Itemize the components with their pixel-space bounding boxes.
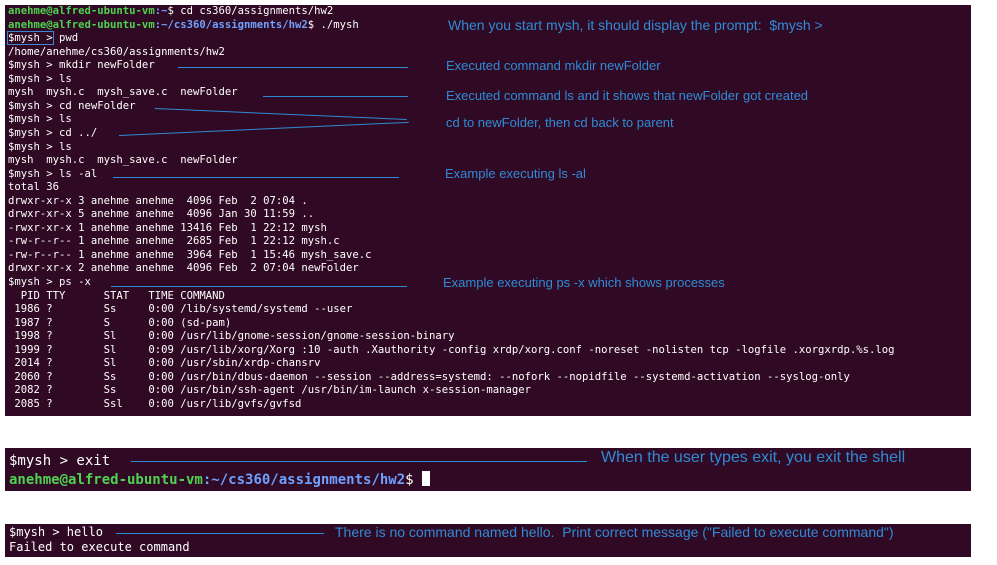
annotation-line — [111, 286, 407, 287]
prompt-dollar: $ — [405, 472, 423, 488]
ps-annotation: Example executing ps -x which shows proc… — [443, 275, 725, 290]
command-text: $ ./mysh — [307, 18, 359, 31]
ls-annotation: Executed command ls and it shows that ne… — [446, 88, 809, 103]
mysh-prompt-highlight: $mysh > — [7, 31, 54, 46]
annotation-line — [118, 121, 409, 136]
lsal-annotation: Example executing ls -al — [445, 166, 586, 181]
terminal-line: $mysh > exit — [9, 453, 111, 469]
annotation-line — [131, 461, 587, 462]
terminal-line: -rw-r--r-- 1 anehme anehme 2685 Feb 1 22… — [8, 235, 340, 248]
mkdir-annotation: Executed command mkdir newFolder — [446, 58, 661, 73]
terminal-line: anehme@alfred-ubuntu-vm:~$ cd cs360/assi… — [8, 5, 333, 19]
terminal-window-main[interactable]: anehme@alfred-ubuntu-vm:~$ cd cs360/assi… — [5, 5, 971, 416]
terminal-line: 2060 ? Ss 0:00 /usr/bin/dbus-daemon --se… — [8, 370, 850, 383]
prompt-path: :~/cs360/assignments/hw2 — [154, 18, 308, 31]
annotation-line — [154, 108, 407, 120]
terminal-line: 2014 ? Sl 0:00 /usr/sbin/xrdp-chansrv — [8, 357, 321, 370]
text-cursor — [422, 471, 431, 486]
terminal-line: mysh mysh.c mysh_save.c newFolder — [8, 86, 238, 99]
hello-annotation: There is no command named hello. Print c… — [335, 524, 894, 540]
terminal-line: -rwxr-xr-x 1 anehme anehme 13416 Feb 1 2… — [8, 221, 327, 234]
terminal-line: anehme@alfred-ubuntu-vm:~/cs360/assignme… — [9, 471, 431, 490]
annotation-line — [116, 533, 324, 534]
terminal-line: $mysh > cd ../ — [8, 126, 98, 139]
terminal-line: 1999 ? Sl 0:09 /usr/lib/xorg/Xorg :10 -a… — [8, 343, 895, 356]
terminal-line: 2082 ? Ss 0:00 /usr/bin/ssh-agent /usr/b… — [8, 384, 531, 397]
terminal-line: Failed to execute command — [9, 540, 190, 554]
terminal-line: $mysh > ps -x — [8, 276, 91, 288]
terminal-line: 1998 ? Sl 0:00 /usr/lib/gnome-session/gn… — [8, 330, 455, 343]
terminal-line: $mysh > ls — [8, 140, 72, 153]
prompt-user: anehme@alfred-ubuntu-vm — [8, 5, 155, 17]
terminal-line: $mysh > mkdir newFolder — [8, 59, 155, 72]
terminal-line: total 36 — [8, 181, 60, 194]
terminal-line: 1986 ? Ss 0:00 /lib/systemd/systemd --us… — [8, 303, 353, 316]
terminal-line: drwxr-xr-x 2 anehme anehme 4096 Feb 2 07… — [8, 262, 359, 275]
prompt-user: anehme@alfred-ubuntu-vm — [9, 472, 203, 488]
terminal-line: $mysh > cd newFolder — [8, 99, 136, 112]
annotation-line — [263, 96, 408, 97]
exit-annotation: When the user types exit, you exit the s… — [601, 449, 906, 466]
terminal-line: $mysh > ls — [8, 113, 72, 126]
terminal-line: $mysh > pwd — [7, 31, 79, 46]
command-text: $ cd cs360/assignments/hw2 — [167, 5, 334, 17]
terminal-line: $mysh > hello — [9, 525, 103, 539]
terminal-window-hello[interactable]: $mysh > hello Failed to execute command … — [5, 524, 971, 557]
prompt-path: :~/cs360/assignments/hw2 — [202, 472, 406, 488]
terminal-line: -rw-r--r-- 1 anehme anehme 3964 Feb 1 15… — [8, 248, 372, 261]
terminal-line: $mysh > ls -al — [8, 167, 98, 180]
prompt-path: :~ — [154, 5, 168, 17]
annotation-line — [178, 67, 408, 68]
terminal-line: mysh mysh.c mysh_save.c newFolder — [8, 154, 238, 167]
prompt-user: anehme@alfred-ubuntu-vm — [8, 18, 155, 31]
terminal-line: $mysh > ls — [8, 72, 72, 85]
terminal-line: anehme@alfred-ubuntu-vm:~/cs360/assignme… — [8, 19, 359, 33]
terminal-line: 1987 ? S 0:00 (sd-pam) — [8, 316, 232, 329]
terminal-line: PID TTY STAT TIME COMMAND — [8, 289, 225, 302]
terminal-window-exit[interactable]: $mysh > exit anehme@alfred-ubuntu-vm:~/c… — [5, 448, 971, 491]
terminal-line: /home/anehme/cs360/assignments/hw2 — [8, 45, 225, 58]
terminal-line: drwxr-xr-x 5 anehme anehme 4096 Jan 30 1… — [8, 208, 315, 221]
cd-annotation: cd to newFolder, then cd back to parent — [446, 115, 674, 130]
terminal-line: 2085 ? Ssl 0:00 /usr/lib/gvfs/gvfsd — [8, 397, 302, 410]
prompt-annotation: When you start mysh, it should display t… — [448, 17, 823, 33]
terminal-line: drwxr-xr-x 3 anehme anehme 4096 Feb 2 07… — [8, 194, 308, 207]
annotation-line — [113, 177, 399, 178]
command-text: pwd — [52, 32, 79, 45]
